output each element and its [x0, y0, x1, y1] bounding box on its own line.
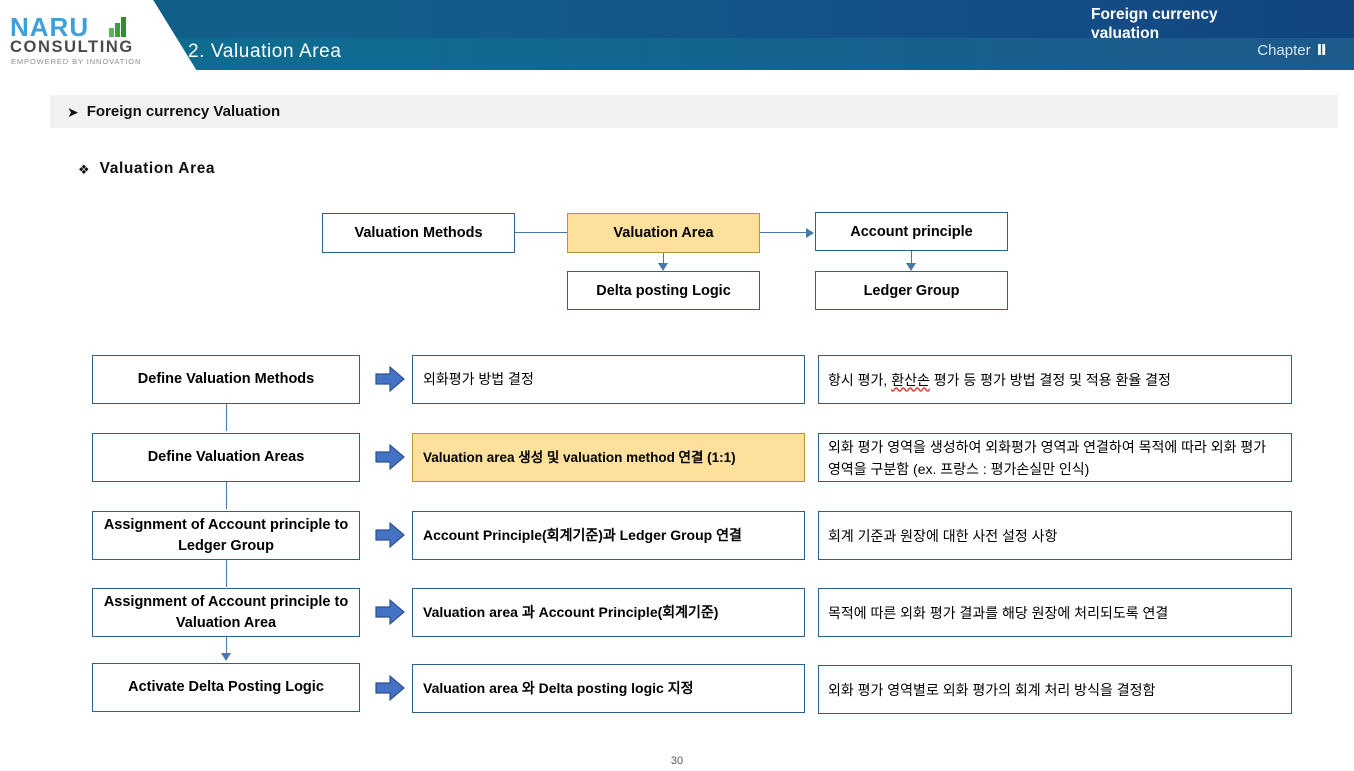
arrowhead-down-icon	[221, 653, 231, 661]
step-connector-3-4	[226, 560, 228, 587]
action-box-3[interactable]: Account Principle(회계기준)과 Ledger Group 연결	[412, 511, 805, 560]
step-box-define-valuation-methods[interactable]: Define Valuation Methods	[92, 355, 360, 404]
description-box-4[interactable]: 목적에 따른 외화 평가 결과를 해당 원장에 처리되도록 연결	[818, 588, 1292, 637]
action-box-1[interactable]: 외화평가 방법 결정	[412, 355, 805, 404]
description-box-5[interactable]: 외화 평가 영역별로 외화 평가의 회계 처리 방식을 결정함	[818, 665, 1292, 714]
block-arrow-right-icon	[375, 365, 405, 393]
process-flow-table: Define Valuation Methods 외화평가 방법 결정 항시 평…	[0, 0, 1354, 771]
description-text-1: 항시 평가, 환산손 평가 등 평가 방법 결정 및 적용 환율 결정	[828, 371, 1171, 388]
step-box-assign-principle-to-valuation-area[interactable]: Assignment of Account principle to Valua…	[92, 588, 360, 637]
page-number: 30	[670, 755, 684, 767]
step-box-define-valuation-areas[interactable]: Define Valuation Areas	[92, 433, 360, 482]
action-box-4[interactable]: Valuation area 과 Account Principle(회계기준)	[412, 588, 805, 637]
step-connector-1-2	[226, 404, 228, 431]
description-box-3[interactable]: 회계 기준과 원장에 대한 사전 설정 사항	[818, 511, 1292, 560]
action-box-5[interactable]: Valuation area 와 Delta posting logic 지정	[412, 664, 805, 713]
step-box-assign-principle-to-ledger-group[interactable]: Assignment of Account principle to Ledge…	[92, 511, 360, 560]
description-box-2[interactable]: 외화 평가 영역을 생성하여 외화평가 영역과 연결하여 목적에 따라 외화 평…	[818, 433, 1292, 482]
action-box-2[interactable]: Valuation area 생성 및 valuation method 연결 …	[412, 433, 805, 482]
step-connector-2-3	[226, 482, 228, 509]
block-arrow-right-icon	[375, 598, 405, 626]
block-arrow-right-icon	[375, 443, 405, 471]
description-box-1[interactable]: 항시 평가, 환산손 평가 등 평가 방법 결정 및 적용 환율 결정	[818, 355, 1292, 404]
block-arrow-right-icon	[375, 521, 405, 549]
step-box-activate-delta-posting-logic[interactable]: Activate Delta Posting Logic	[92, 663, 360, 712]
block-arrow-right-icon	[375, 674, 405, 702]
